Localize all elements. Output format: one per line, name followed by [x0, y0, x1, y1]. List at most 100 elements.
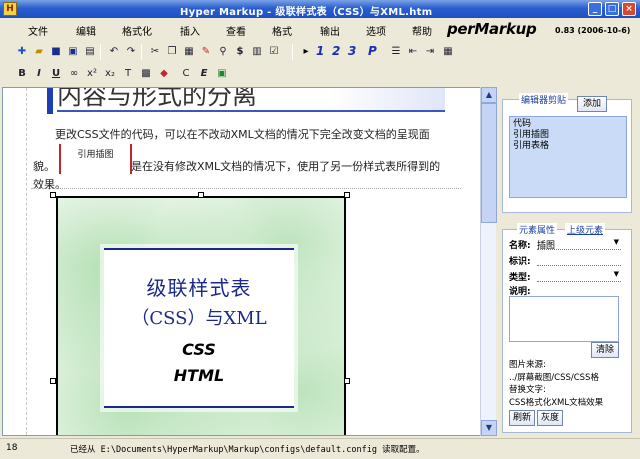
copy-icon[interactable]: ❐: [164, 44, 180, 60]
link-icon[interactable]: ∞: [66, 66, 82, 82]
indent-icon[interactable]: ⇥: [422, 44, 438, 60]
image-source-value[interactable]: ../屏幕截图/CSS/CSS格: [509, 371, 599, 383]
underline-button[interactable]: U: [48, 66, 64, 82]
side-panel: 编辑器剪贴 添加 代码 引用插图 引用表格 元素属性 上级元素 名称: 插图 ▼…: [498, 87, 640, 436]
resize-handle[interactable]: [344, 378, 350, 384]
toolbar-separator: [100, 44, 101, 60]
line-number: 18: [6, 443, 18, 453]
refresh-button[interactable]: 刷新: [509, 410, 535, 426]
toolbar-separator: [141, 44, 142, 60]
editor-scrollbar[interactable]: ▲ ▼: [480, 87, 497, 436]
replace-icon[interactable]: $: [232, 44, 248, 60]
status-bar: 18 已经从 E:\Documents\HyperMarkup\Markup\c…: [0, 438, 640, 459]
superscript-button[interactable]: x²: [84, 66, 100, 82]
heading-marker: [47, 88, 53, 114]
validate-icon[interactable]: ☑: [266, 44, 282, 60]
resize-handle[interactable]: [344, 192, 350, 198]
redo-icon[interactable]: ↷: [123, 44, 139, 60]
table-icon[interactable]: ▦: [440, 44, 456, 60]
name-label: 名称:: [509, 241, 531, 251]
new-icon[interactable]: ✚: [14, 44, 30, 60]
properties-icon[interactable]: ▤: [82, 44, 98, 60]
properties-title: 元素属性: [517, 223, 558, 236]
italic-button[interactable]: I: [31, 66, 47, 82]
brand-logo: perMarkup: [447, 20, 537, 38]
paragraph-line-3[interactable]: 效果。: [33, 176, 66, 192]
emphasis-button[interactable]: E: [196, 66, 212, 82]
grayscale-button[interactable]: 灰度: [537, 410, 563, 426]
bold-button[interactable]: B: [14, 66, 30, 82]
find-icon[interactable]: ⚲: [215, 44, 231, 60]
type-select[interactable]: ▼: [537, 270, 621, 282]
resize-handle[interactable]: [50, 378, 56, 384]
format-toolbar: B I U ∞ x² x₂ T ▩ ◆ C E ▣: [0, 63, 470, 85]
heading-3-button[interactable]: 3: [348, 44, 356, 58]
play-icon[interactable]: ▸: [298, 44, 314, 60]
menu-format-text[interactable]: 格式化: [122, 23, 152, 38]
figure-image[interactable]: 级联样式表 （CSS）与XML CSS HTML: [56, 196, 346, 435]
paste-icon[interactable]: ▦: [181, 44, 197, 60]
resize-handle[interactable]: [198, 192, 204, 198]
paragraph-line-1[interactable]: 更改CSS文件的代码，可以在不改动XML文档的情况下完全改变文档的呈现面: [55, 126, 430, 142]
clipboard-item[interactable]: 引用插图: [513, 130, 623, 141]
open-folder-icon[interactable]: ▰: [31, 44, 47, 60]
scroll-down-icon[interactable]: ▼: [481, 420, 497, 436]
format-painter-icon[interactable]: ✎: [198, 44, 214, 60]
menu-view[interactable]: 查看: [226, 23, 246, 38]
menu-help[interactable]: 帮助: [412, 23, 432, 38]
menu-bar: 文件 编辑 格式化 插入 查看 格式 输出 选项 帮助: [0, 19, 640, 40]
spellcheck-icon[interactable]: ▥: [249, 44, 265, 60]
maximize-button[interactable]: □: [605, 2, 619, 16]
menu-file[interactable]: 文件: [28, 23, 48, 38]
undo-icon[interactable]: ↶: [106, 44, 122, 60]
eraser-icon[interactable]: ◆: [156, 66, 172, 82]
menu-edit[interactable]: 编辑: [76, 23, 96, 38]
save-icon[interactable]: ■: [48, 44, 64, 60]
clipboard-item[interactable]: 引用表格: [513, 141, 623, 152]
editor-gutter: [3, 88, 27, 435]
id-field[interactable]: [537, 254, 621, 266]
image-source-label: 图片来源:: [509, 360, 546, 370]
clipboard-add-button[interactable]: 添加: [577, 96, 607, 112]
insert-picture-icon[interactable]: ▣: [214, 66, 230, 82]
image-icon[interactable]: ▩: [138, 66, 154, 82]
paragraph-line-2-start[interactable]: 貌。: [33, 158, 55, 174]
heading-2-button[interactable]: 2: [332, 44, 340, 58]
subscript-button[interactable]: x₂: [102, 66, 118, 82]
text-style-icon[interactable]: T: [120, 66, 136, 82]
menu-insert[interactable]: 插入: [180, 23, 200, 38]
close-button[interactable]: ×: [622, 2, 636, 16]
paragraph-button[interactable]: P: [368, 44, 377, 58]
minimize-button[interactable]: _: [588, 2, 602, 16]
menu-format[interactable]: 格式: [272, 23, 292, 38]
outdent-icon[interactable]: ⇤: [405, 44, 421, 60]
menu-options[interactable]: 选项: [366, 23, 386, 38]
figure-reference-label[interactable]: 引用插图: [59, 144, 132, 174]
id-label: 标识:: [509, 257, 531, 267]
cut-icon[interactable]: ✂: [147, 44, 163, 60]
section-heading[interactable]: 内容与形式的分离: [57, 88, 445, 112]
clipboard-title: 编辑器剪贴: [519, 93, 569, 106]
chevron-down-icon: ▼: [613, 238, 619, 246]
resize-handle[interactable]: [50, 192, 56, 198]
name-select[interactable]: 插图 ▼: [537, 238, 621, 251]
clipboard-list[interactable]: 代码 引用插图 引用表格: [509, 116, 627, 198]
editor-area[interactable]: 内容与形式的分离 更改CSS文件的代码，可以在不改动XML文档的情况下完全改变文…: [2, 87, 496, 436]
save-all-icon[interactable]: ▣: [65, 44, 81, 60]
scroll-up-icon[interactable]: ▲: [481, 87, 497, 103]
menu-output[interactable]: 输出: [320, 23, 340, 38]
list-icon[interactable]: ☰: [388, 44, 404, 60]
clear-button[interactable]: 清除: [591, 342, 619, 358]
clipboard-item[interactable]: 代码: [513, 119, 623, 130]
description-field[interactable]: [509, 296, 619, 342]
name-value: 插图: [537, 241, 556, 251]
code-button[interactable]: C: [178, 66, 194, 82]
app-logo-icon: H: [3, 2, 17, 16]
alt-text-value[interactable]: CSS格式化XML文档效果: [509, 396, 603, 408]
properties-group: 元素属性 上级元素 名称: 插图 ▼ 标识: 类型: ▼ 说明: 清除 图片来源…: [502, 223, 632, 433]
scroll-thumb[interactable]: [481, 103, 497, 223]
parent-element-link[interactable]: 上级元素: [565, 223, 606, 236]
heading-1-button[interactable]: 1: [316, 44, 324, 58]
paragraph-line-2-end[interactable]: 是在没有修改XML文档的情况下，使用了另一份样式表所得到的: [131, 158, 440, 174]
figure-html-text: HTML: [173, 366, 225, 385]
